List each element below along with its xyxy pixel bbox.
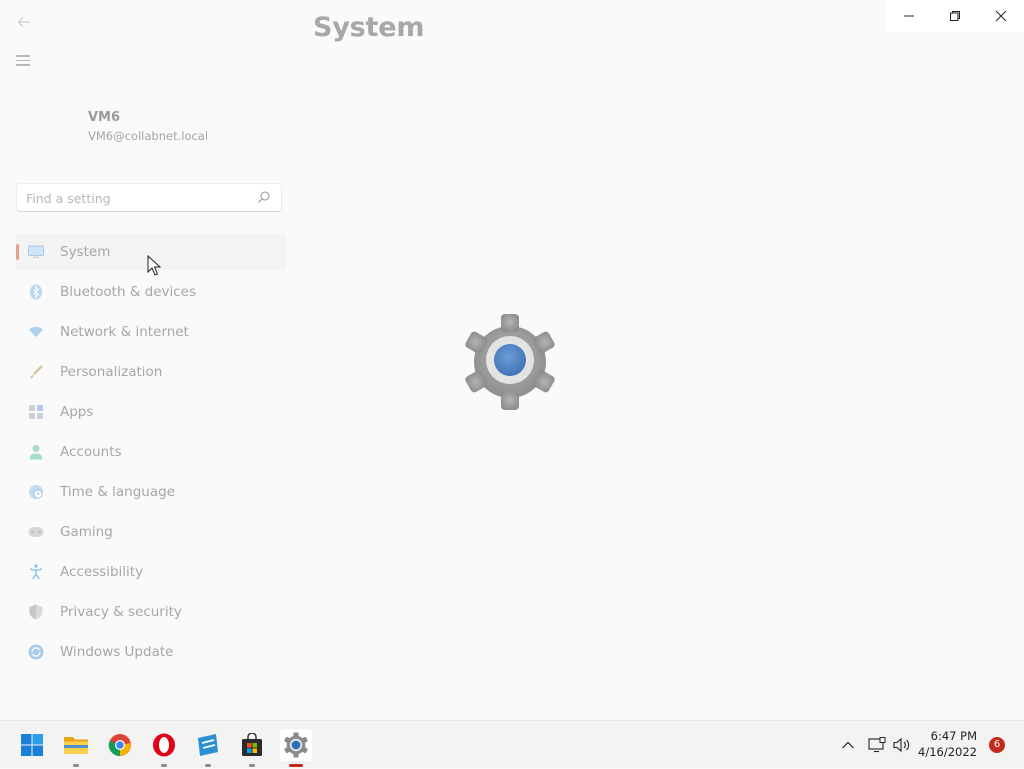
sync-icon (28, 644, 44, 660)
running-indicator (73, 764, 79, 767)
restore-button[interactable] (932, 0, 978, 32)
gamepad-icon (28, 524, 44, 540)
mouse-cursor (147, 255, 161, 276)
sidebar-item-label: Accounts (60, 444, 122, 460)
sidebar-item-windows-update[interactable]: Windows Update (16, 634, 286, 670)
sidebar-nav: System Bluetooth & devices Network & int… (16, 234, 286, 674)
hamburger-line (16, 59, 30, 61)
taskbar-clock[interactable]: 6:47 PM 4/16/2022 (918, 728, 977, 760)
sidebar-item-label: System (60, 244, 111, 260)
system-display-icon (28, 244, 44, 260)
minimize-button[interactable] (886, 0, 932, 32)
running-indicator (205, 764, 211, 767)
taskbar-chrome[interactable] (104, 729, 136, 761)
notification-badge[interactable]: 6 (989, 737, 1005, 753)
sidebar-item-label: Accessibility (60, 564, 144, 580)
back-arrow-icon (17, 17, 30, 27)
sidebar-item-network[interactable]: Network & internet (16, 314, 286, 350)
sidebar-item-label: Personalization (60, 364, 163, 380)
active-app-indicator (289, 764, 303, 767)
settings-window: System VM6 VM6@collabnet.local System Bl… (0, 0, 1024, 720)
brush-icon (28, 364, 44, 380)
sidebar-item-label: Time & language (60, 484, 176, 500)
remote-desktop-icon (198, 734, 218, 756)
taskbar-microsoft-store[interactable] (236, 729, 268, 767)
start-button[interactable] (16, 729, 48, 761)
taskbar-settings[interactable] (280, 729, 312, 767)
search-input[interactable] (26, 189, 246, 207)
opera-icon (153, 733, 175, 757)
start-icon (21, 734, 43, 756)
user-profile[interactable]: VM6 VM6@collabnet.local (88, 110, 208, 143)
sidebar-item-apps[interactable]: Apps (16, 394, 286, 430)
taskbar-file-explorer[interactable] (60, 729, 92, 767)
user-name: VM6 (88, 110, 121, 125)
sidebar-item-personalization[interactable]: Personalization (16, 354, 286, 390)
sidebar-item-accessibility[interactable]: Accessibility (16, 554, 286, 590)
close-button[interactable] (978, 0, 1024, 32)
network-monitor-icon[interactable] (868, 737, 886, 753)
volume-icon[interactable] (893, 737, 911, 753)
running-indicator (161, 764, 167, 767)
search-icon[interactable] (257, 190, 271, 204)
minimize-icon (904, 15, 914, 17)
search-box[interactable] (16, 183, 282, 212)
taskbar: 6:47 PM 4/16/2022 6 (0, 720, 1024, 768)
running-indicator (249, 764, 255, 767)
sidebar-item-gaming[interactable]: Gaming (16, 514, 286, 550)
person-icon (28, 444, 44, 460)
sidebar-item-time-language[interactable]: Time & language (16, 474, 286, 510)
microsoft-store-icon (242, 733, 262, 756)
page-title: System (313, 12, 425, 43)
clock-time: 6:47 PM (930, 729, 977, 743)
nav-menu-button[interactable] (16, 52, 40, 76)
file-explorer-icon (64, 737, 88, 754)
sidebar-item-label: Privacy & security (60, 604, 182, 620)
hamburger-line (16, 64, 30, 66)
back-button[interactable] (12, 12, 36, 36)
window-controls (886, 0, 1024, 32)
wifi-icon (28, 324, 44, 340)
settings-gear-loading-icon (465, 314, 555, 410)
sidebar-item-label: Bluetooth & devices (60, 284, 197, 300)
clock-date: 4/16/2022 (918, 745, 977, 759)
active-indicator (16, 244, 19, 260)
sidebar-item-accounts[interactable]: Accounts (16, 434, 286, 470)
bluetooth-icon (28, 284, 44, 300)
close-icon (995, 10, 1007, 22)
accessibility-icon (28, 564, 44, 580)
sidebar-item-label: Network & internet (60, 324, 189, 340)
taskbar-remote-desktop[interactable] (192, 729, 224, 767)
sidebar-item-privacy[interactable]: Privacy & security (16, 594, 286, 630)
user-email: VM6@collabnet.local (88, 129, 209, 143)
chrome-icon (108, 734, 131, 757)
sidebar-item-label: Gaming (60, 524, 113, 540)
chevron-up-icon[interactable] (841, 740, 855, 750)
apps-icon (28, 404, 44, 420)
title-bar (0, 0, 1024, 32)
settings-icon (284, 732, 308, 758)
taskbar-opera[interactable] (148, 729, 180, 767)
globe-clock-icon (28, 484, 44, 500)
restore-icon (950, 11, 960, 21)
sidebar-item-bluetooth[interactable]: Bluetooth & devices (16, 274, 286, 310)
sidebar-item-label: Apps (60, 404, 94, 420)
sidebar-item-label: Windows Update (60, 644, 174, 660)
hamburger-line (16, 55, 30, 57)
shield-icon (28, 604, 44, 620)
system-tray (838, 721, 911, 769)
